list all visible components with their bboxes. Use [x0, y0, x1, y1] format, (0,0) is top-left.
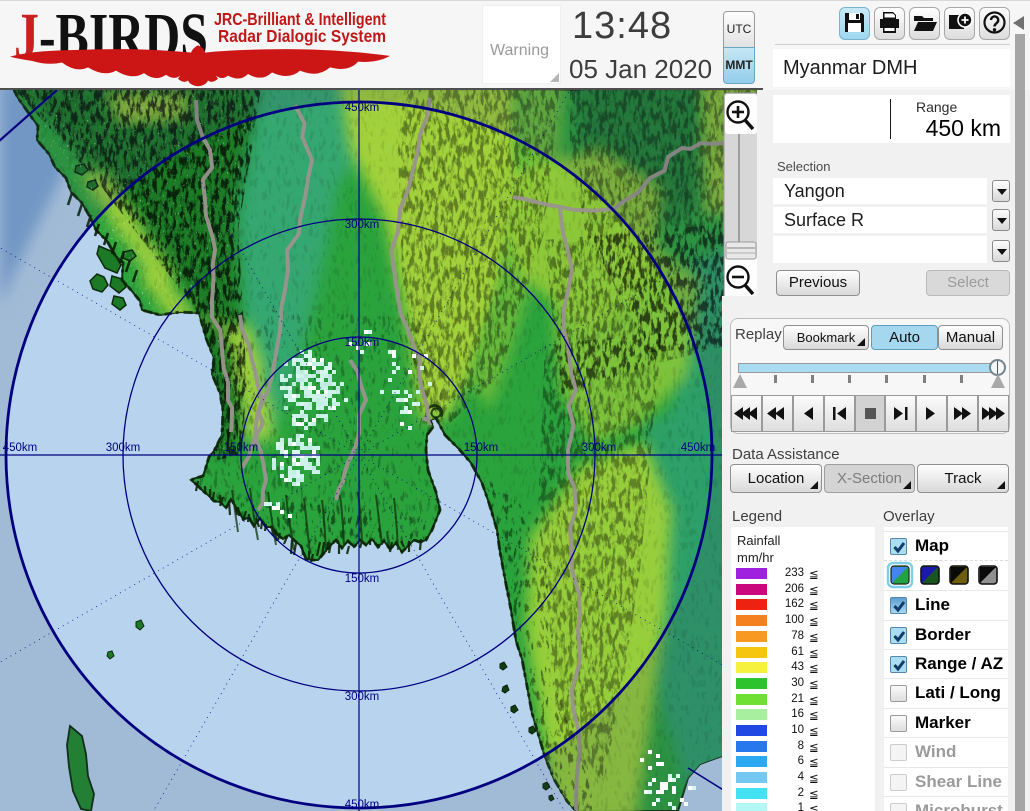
- svg-text:450km: 450km: [3, 442, 38, 454]
- svg-text:150km: 150km: [345, 573, 380, 585]
- svg-text:300km: 300km: [106, 442, 141, 454]
- svg-text:300km: 300km: [345, 691, 380, 703]
- svg-text:Radar Dialogic System: Radar Dialogic System: [218, 26, 386, 46]
- svg-text:150km: 150km: [464, 442, 499, 454]
- svg-text:450km: 450km: [681, 442, 716, 454]
- svg-text:150km: 150km: [345, 337, 380, 349]
- svg-text:300km: 300km: [345, 219, 380, 231]
- svg-text:450km: 450km: [345, 799, 380, 811]
- svg-text:150km: 150km: [224, 442, 259, 454]
- svg-text:300km: 300km: [582, 442, 617, 454]
- svg-text:450km: 450km: [345, 102, 380, 114]
